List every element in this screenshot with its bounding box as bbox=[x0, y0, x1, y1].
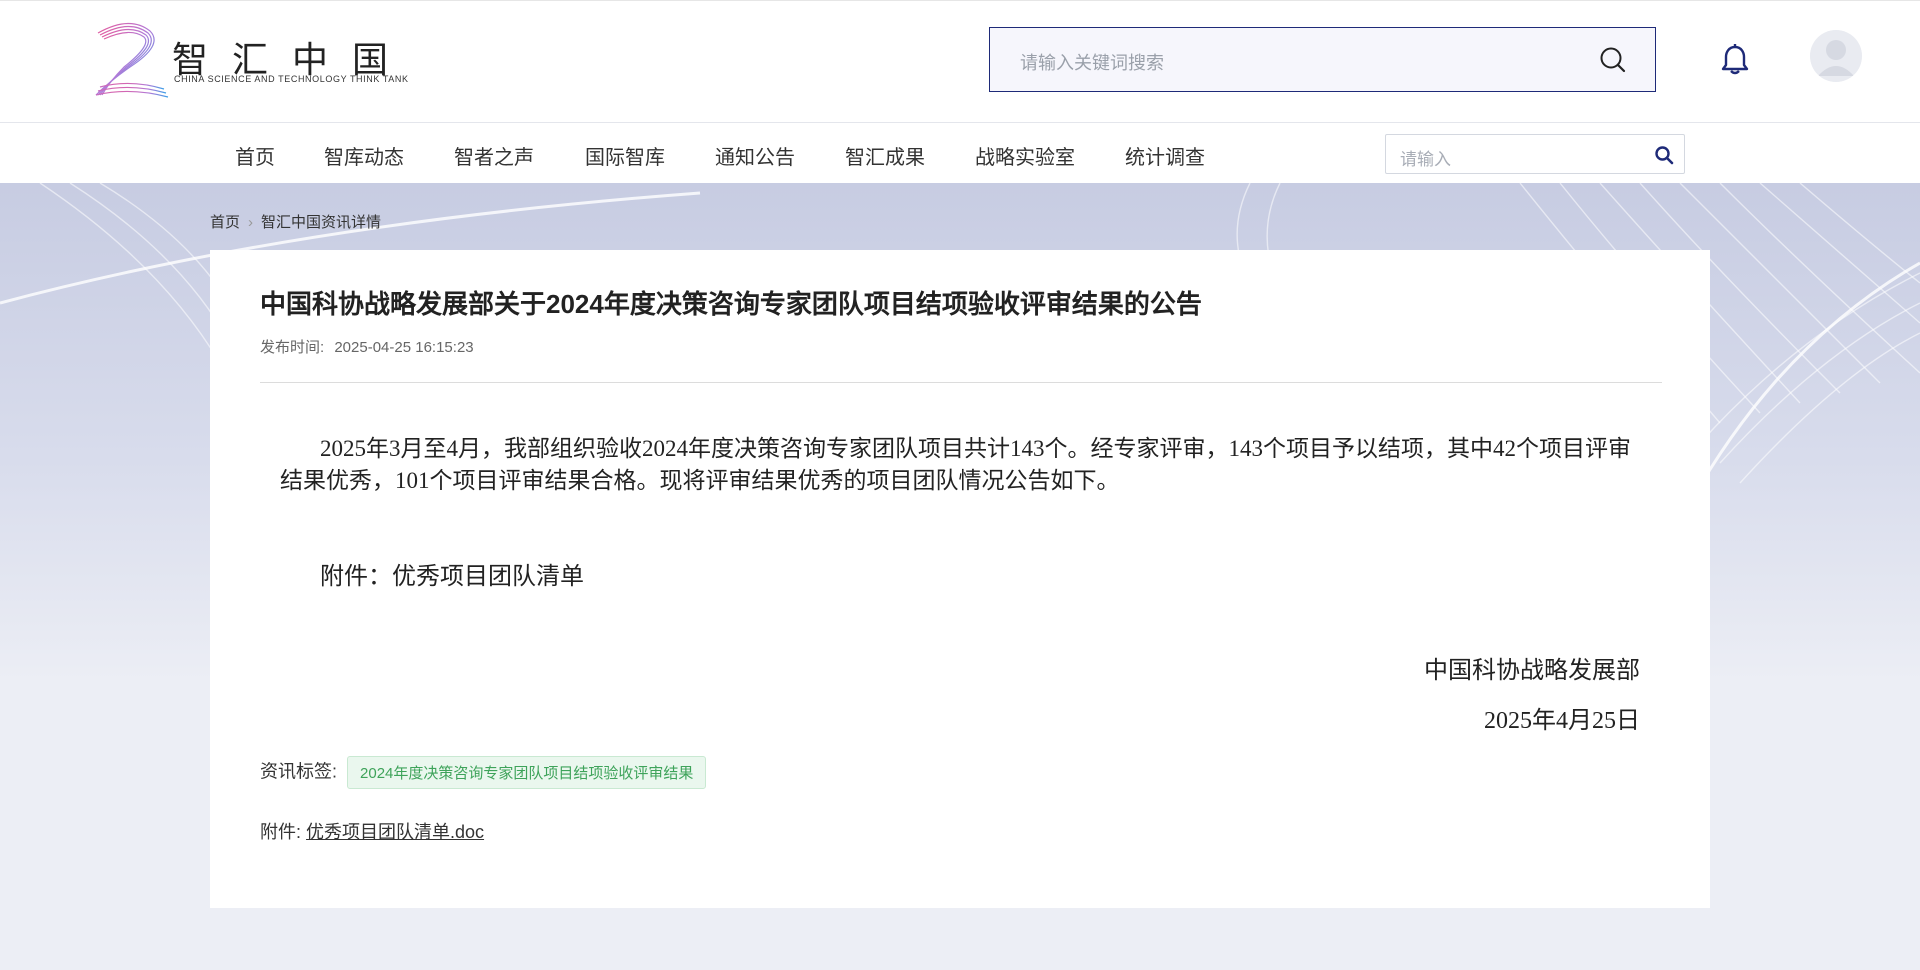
nav-item-survey[interactable]: 统计调查 bbox=[1125, 141, 1205, 170]
nav-item-results[interactable]: 智汇成果 bbox=[845, 141, 925, 170]
keyword-search-input[interactable]: 请输入关键词搜索 bbox=[989, 27, 1656, 92]
attachment-row: 附件: 优秀项目团队清单.doc bbox=[260, 818, 484, 844]
main-nav: 首页 智库动态 智者之声 国际智库 通知公告 智汇成果 战略实验室 统计调查 请… bbox=[0, 122, 1920, 183]
nav-item-international[interactable]: 国际智库 bbox=[585, 141, 665, 170]
avatar[interactable] bbox=[1810, 30, 1862, 82]
article-tag[interactable]: 2024年度决策咨询专家团队项目结项验收评审结果 bbox=[347, 756, 707, 789]
user-icon bbox=[1810, 30, 1862, 82]
breadcrumb-current: 智汇中国资讯详情 bbox=[261, 214, 382, 231]
top-header: 智汇中国 CHINA SCIENCE AND TECHNOLOGY THINK … bbox=[0, 0, 1920, 122]
signature-date: 2025年4月25日 bbox=[1484, 708, 1640, 734]
chevron-right-icon: › bbox=[248, 214, 254, 231]
logo-english-text: CHINA SCIENCE AND TECHNOLOGY THINK TANK bbox=[174, 74, 409, 84]
search-icon[interactable] bbox=[1599, 46, 1627, 74]
nav-item-think-tank-news[interactable]: 智库动态 bbox=[324, 141, 404, 170]
tags-row: 资讯标签: 2024年度决策咨询专家团队项目结项验收评审结果 bbox=[260, 756, 707, 789]
search-icon[interactable] bbox=[1654, 145, 1674, 165]
site-logo[interactable]: 智汇中国 CHINA SCIENCE AND TECHNOLOGY THINK … bbox=[90, 17, 430, 105]
nav-item-voices[interactable]: 智者之声 bbox=[454, 141, 534, 170]
nav-search-input[interactable]: 请输入 bbox=[1385, 134, 1685, 174]
nav-item-notices[interactable]: 通知公告 bbox=[715, 141, 795, 170]
nav-search-placeholder: 请输入 bbox=[1400, 150, 1451, 169]
attachment-label: 附件: bbox=[260, 822, 302, 842]
logo-mark-icon bbox=[95, 22, 169, 98]
search-placeholder: 请输入关键词搜索 bbox=[1020, 53, 1164, 73]
breadcrumb-home[interactable]: 首页 bbox=[210, 214, 240, 231]
publish-label: 发布时间: bbox=[260, 339, 325, 356]
article-title: 中国科协战略发展部关于2024年度决策咨询专家团队项目结项验收评审结果的公告 bbox=[260, 289, 1202, 319]
publish-time: 2025-04-25 16:15:23 bbox=[334, 339, 474, 356]
article-card: 中国科协战略发展部关于2024年度决策咨询专家团队项目结项验收评审结果的公告 发… bbox=[210, 250, 1710, 908]
tags-label: 资讯标签: bbox=[260, 761, 338, 782]
bell-icon[interactable] bbox=[1718, 43, 1752, 77]
title-divider bbox=[260, 382, 1662, 383]
attachment-mention: 附件：优秀项目团队清单 bbox=[320, 564, 584, 590]
breadcrumb: 首页 › 智汇中国资讯详情 bbox=[210, 211, 381, 232]
article-paragraph: 2025年3月至4月，我部组织验收2024年度决策咨询专家团队项目共计143个。… bbox=[280, 436, 1631, 493]
nav-item-strategy-lab[interactable]: 战略实验室 bbox=[975, 141, 1075, 170]
attachment-download-link[interactable]: 优秀项目团队清单.doc bbox=[306, 822, 484, 842]
signature-organization: 中国科协战略发展部 bbox=[1424, 658, 1640, 684]
nav-item-home[interactable]: 首页 bbox=[235, 141, 275, 170]
publish-meta: 发布时间: 2025-04-25 16:15:23 bbox=[260, 336, 474, 357]
